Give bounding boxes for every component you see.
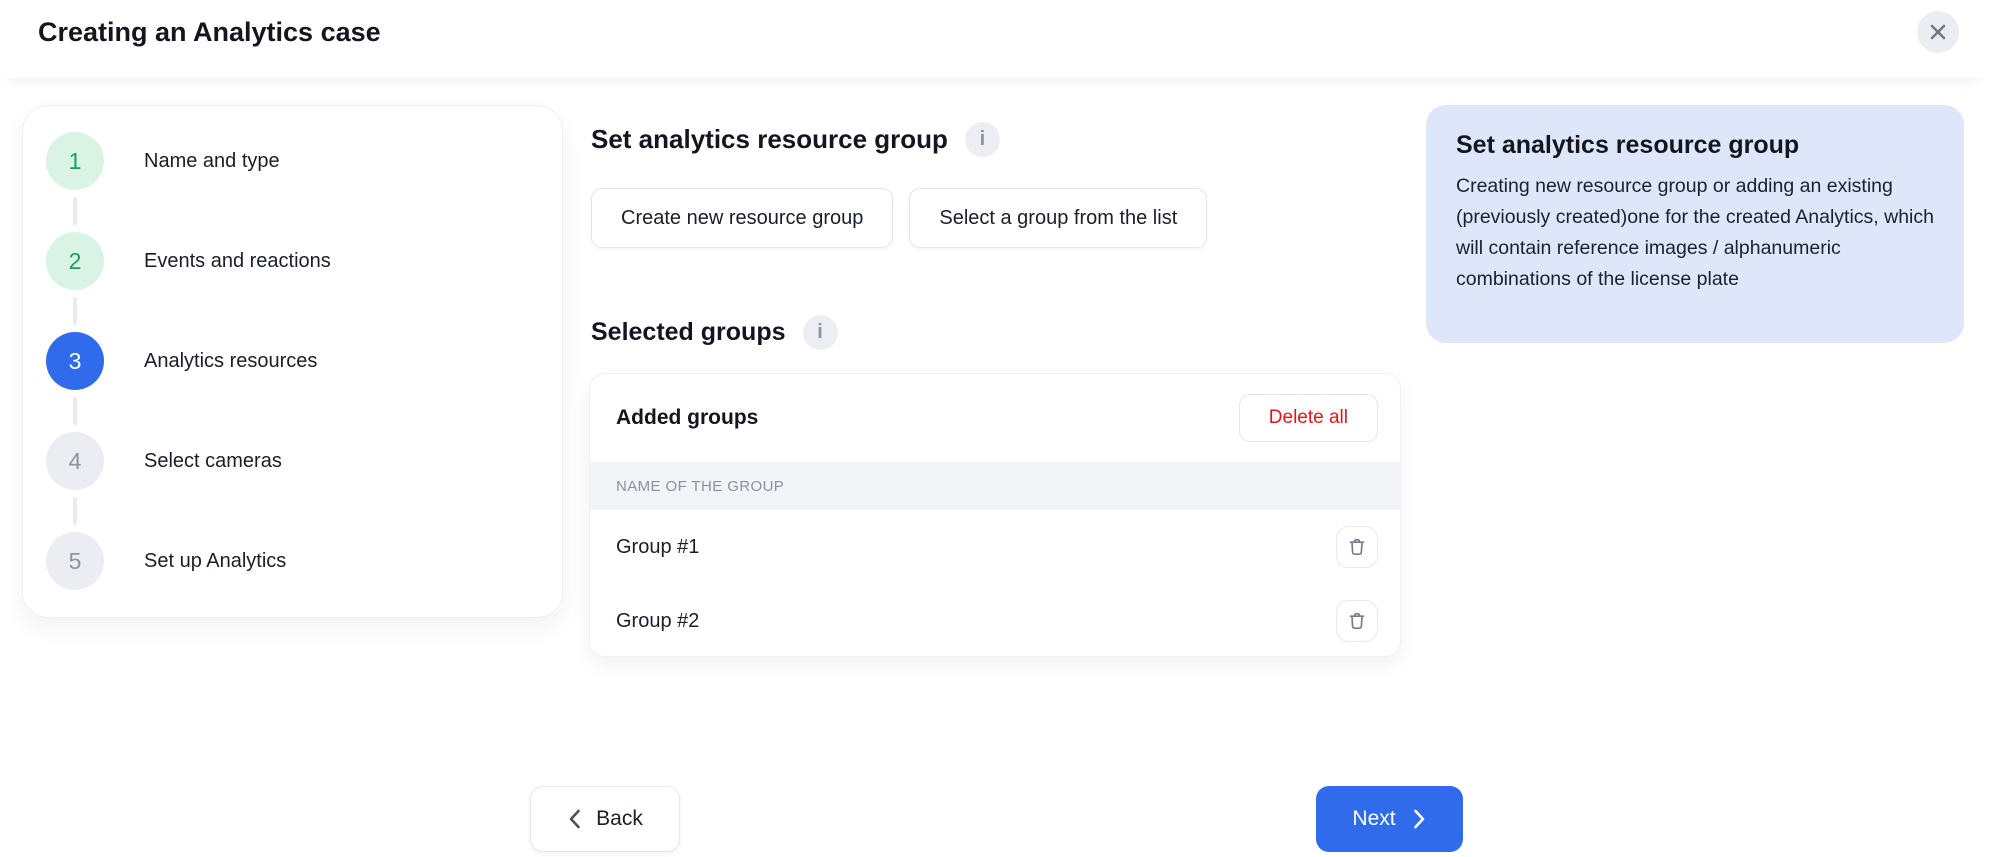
- added-groups-title: Added groups: [616, 406, 758, 430]
- delete-group-button[interactable]: [1336, 600, 1378, 642]
- next-button-label: Next: [1352, 807, 1395, 831]
- help-panel-title: Set analytics resource group: [1456, 131, 1934, 160]
- stepper-connector: [73, 297, 77, 325]
- next-button[interactable]: Next: [1316, 786, 1463, 852]
- help-panel: Set analytics resource group Creating ne…: [1426, 105, 1964, 343]
- info-icon[interactable]: i: [803, 315, 838, 350]
- stepper-item-analytics-resources[interactable]: 3 Analytics resources: [23, 332, 562, 390]
- close-button[interactable]: [1917, 11, 1959, 53]
- trash-icon: [1346, 536, 1368, 558]
- step-label: Select cameras: [144, 450, 282, 473]
- select-group-from-list-button[interactable]: Select a group from the list: [909, 188, 1207, 248]
- stepper-connector: [73, 397, 77, 425]
- selected-groups-section-title: Selected groups: [591, 318, 786, 347]
- wizard-stepper: 1 Name and type 2 Events and reactions 3…: [22, 105, 563, 618]
- back-button-label: Back: [596, 807, 643, 831]
- help-panel-description: Creating new resource group or adding an…: [1456, 171, 1934, 295]
- selected-groups-section-header: Selected groups i: [591, 315, 838, 350]
- delete-group-button[interactable]: [1336, 526, 1378, 568]
- resource-group-section-title: Set analytics resource group: [591, 124, 948, 155]
- modal-header: Creating an Analytics case: [0, 0, 1989, 78]
- stepper-item-events-and-reactions[interactable]: 2 Events and reactions: [23, 232, 562, 290]
- added-groups-header: Added groups Delete all: [590, 374, 1400, 462]
- page-title: Creating an Analytics case: [38, 17, 381, 48]
- stepper-connector: [73, 197, 77, 225]
- resource-group-actions: Create new resource group Select a group…: [591, 188, 1207, 248]
- group-name: Group #2: [616, 610, 699, 633]
- stepper-connector: [73, 497, 77, 525]
- chevron-left-icon: [567, 808, 582, 830]
- delete-all-button[interactable]: Delete all: [1239, 394, 1378, 442]
- stepper-item-name-and-type[interactable]: 1 Name and type: [23, 132, 562, 190]
- step-label: Analytics resources: [144, 350, 317, 373]
- added-groups-card: Added groups Delete all NAME OF THE GROU…: [589, 373, 1401, 657]
- step-number-badge: 2: [46, 232, 104, 290]
- trash-icon: [1346, 610, 1368, 632]
- table-row: Group #2: [590, 584, 1400, 657]
- back-button[interactable]: Back: [530, 786, 680, 852]
- step-number-badge: 3: [46, 332, 104, 390]
- step-label: Set up Analytics: [144, 550, 286, 573]
- stepper-item-set-up-analytics[interactable]: 5 Set up Analytics: [23, 532, 562, 590]
- resource-group-section-header: Set analytics resource group i: [591, 122, 1000, 157]
- close-icon: [1928, 22, 1948, 42]
- chevron-right-icon: [1412, 808, 1427, 830]
- step-label: Events and reactions: [144, 250, 331, 273]
- create-new-resource-group-button[interactable]: Create new resource group: [591, 188, 893, 248]
- step-number-badge: 4: [46, 432, 104, 490]
- step-number-badge: 5: [46, 532, 104, 590]
- step-number-badge: 1: [46, 132, 104, 190]
- group-name: Group #1: [616, 536, 699, 559]
- table-row: Group #1: [590, 510, 1400, 584]
- create-analytics-case-modal: Creating an Analytics case 1 Name and ty…: [0, 0, 1989, 857]
- info-icon[interactable]: i: [965, 122, 1000, 157]
- stepper-item-select-cameras[interactable]: 4 Select cameras: [23, 432, 562, 490]
- group-table-column-header: NAME OF THE GROUP: [590, 462, 1400, 510]
- step-label: Name and type: [144, 150, 280, 173]
